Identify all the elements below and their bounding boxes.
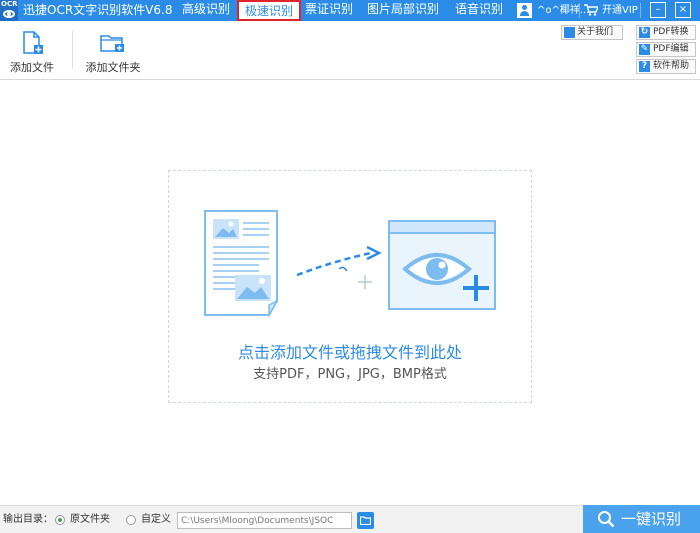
add-file-icon	[23, 31, 43, 54]
help-label: 软件帮助	[653, 61, 690, 71]
tab-fast[interactable]: 极速识别	[237, 0, 301, 21]
divider	[640, 3, 641, 18]
logo-text: OCR	[1, 0, 18, 8]
minimize-button[interactable]: –	[650, 2, 666, 18]
tab-certificate[interactable]: 票证识别	[302, 0, 356, 21]
pdf-convert-icon: ↻	[639, 27, 650, 38]
output-path-input[interactable]	[177, 512, 352, 529]
tab-voice[interactable]: 语音识别	[451, 0, 507, 21]
add-file-button[interactable]: 添加文件	[6, 29, 58, 77]
user-name: ^o^椰祥...	[537, 5, 590, 16]
pdf-convert-label: PDF转换	[653, 27, 689, 37]
document-icon	[204, 210, 279, 318]
title-bar: OCR 迅捷OCR文字识别软件V6.8 高级识别 极速识别 票证识别 图片局部识…	[0, 0, 700, 21]
toolbar: 添加文件 添加文件夹 关于我们 ↻ PDF转换 ✎ PDF编辑 ? 软件帮助	[0, 21, 700, 80]
one-click-ocr-button[interactable]: 一键识别	[583, 505, 700, 533]
drop-zone-title: 点击添加文件或拖拽文件到此处	[237, 343, 462, 362]
app-logo: OCR	[0, 0, 18, 21]
toolbar-divider	[72, 31, 73, 69]
search-icon	[598, 511, 615, 528]
main-area: 点击添加文件或拖拽文件到此处 支持PDF，PNG，JPG，BMP格式	[0, 81, 700, 492]
help-icon: ?	[639, 61, 650, 72]
drop-zone-subtitle: 支持PDF，PNG，JPG，BMP格式	[253, 367, 447, 382]
file-drop-zone[interactable]: 点击添加文件或拖拽文件到此处 支持PDF，PNG，JPG，BMP格式	[168, 170, 532, 403]
add-folder-icon	[100, 35, 124, 52]
output-dir-label: 输出目录：	[3, 514, 53, 525]
pdf-convert-button[interactable]: ↻ PDF转换	[636, 25, 696, 40]
original-folder-label: 原文件夹	[70, 514, 110, 525]
vip-link[interactable]: 开通VIP	[602, 0, 638, 21]
one-click-ocr-label: 一键识别	[621, 510, 682, 528]
close-button[interactable]: ×	[675, 2, 691, 18]
pencil-icon: ✎	[639, 44, 650, 55]
eye-icon	[3, 10, 15, 18]
custom-label: 自定义	[141, 514, 171, 525]
add-folder-label: 添加文件夹	[85, 61, 141, 74]
pdf-edit-label: PDF编辑	[653, 44, 689, 54]
drop-illustration	[204, 210, 496, 318]
folder-icon	[360, 516, 371, 525]
person-icon	[564, 27, 575, 38]
pdf-edit-button[interactable]: ✎ PDF编辑	[636, 42, 696, 57]
radio-original-folder[interactable]	[55, 515, 65, 525]
tab-advanced[interactable]: 高级识别	[178, 0, 234, 21]
radio-custom[interactable]	[126, 515, 136, 525]
cart-icon	[584, 4, 598, 16]
add-folder-button[interactable]: 添加文件夹	[84, 29, 142, 77]
about-us-label: 关于我们	[577, 27, 614, 37]
help-button[interactable]: ? 软件帮助	[636, 59, 696, 74]
eye-window-icon	[388, 220, 496, 310]
app-title: 迅捷OCR文字识别软件V6.8	[23, 3, 173, 17]
user-avatar-icon	[517, 3, 532, 18]
about-us-button[interactable]: 关于我们	[561, 25, 623, 40]
add-file-label: 添加文件	[10, 61, 54, 74]
browse-folder-button[interactable]	[357, 512, 374, 529]
tab-image-region[interactable]: 图片局部识别	[364, 0, 442, 21]
divider	[579, 3, 580, 18]
